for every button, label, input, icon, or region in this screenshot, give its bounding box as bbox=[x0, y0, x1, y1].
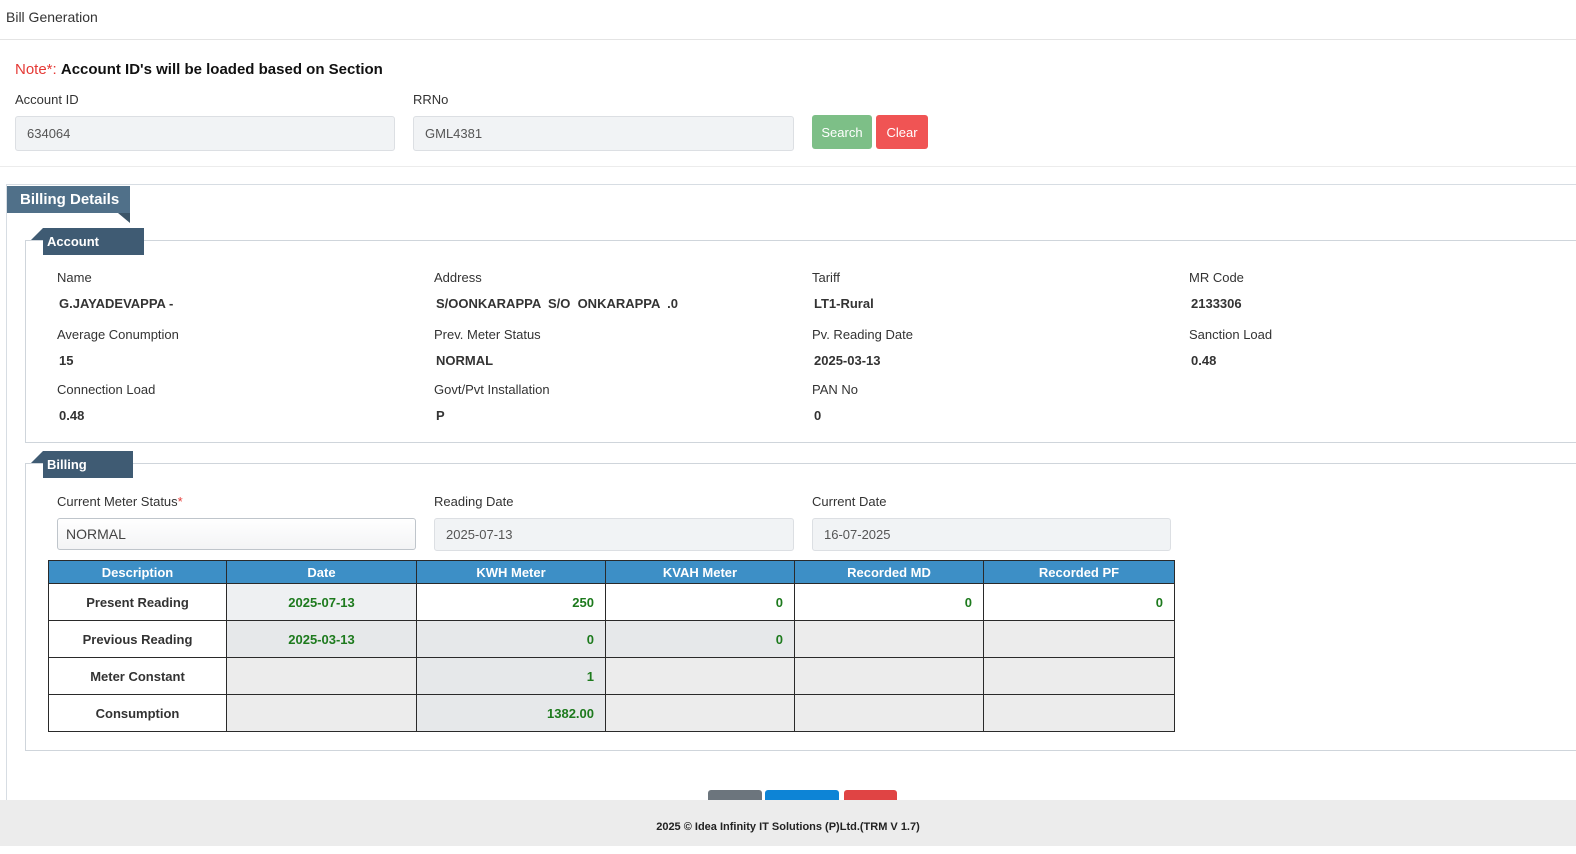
address-label: Address bbox=[434, 270, 482, 285]
consumption-kwh-cell: 1382.00 bbox=[416, 694, 606, 732]
table-header-row: Description Date KWH Meter KVAH Meter Re… bbox=[48, 560, 1175, 584]
row-description: Previous Reading bbox=[48, 620, 227, 658]
rrno-input[interactable]: GML4381 bbox=[413, 116, 794, 151]
meter-status-label: Current Meter Status* bbox=[57, 494, 183, 509]
divider bbox=[0, 166, 1576, 167]
current-date-input: 16-07-2025 bbox=[812, 518, 1171, 551]
section-note: Note*: Account ID's will be loaded based… bbox=[15, 61, 383, 78]
present-kwh-input[interactable]: 250 bbox=[416, 583, 606, 621]
consumption-date-cell bbox=[226, 694, 417, 732]
table-row: Consumption 1382.00 bbox=[48, 694, 1175, 732]
consumption-md-cell bbox=[794, 694, 984, 732]
mr-code-label: MR Code bbox=[1189, 270, 1244, 285]
present-date-cell: 2025-07-13 bbox=[226, 583, 417, 621]
legend-corner bbox=[31, 228, 43, 240]
previous-kvah-cell: 0 bbox=[605, 620, 795, 658]
name-label: Name bbox=[57, 270, 92, 285]
tariff-value: LT1-Rural bbox=[814, 296, 874, 311]
constant-pf-cell bbox=[983, 657, 1175, 695]
prev-meter-status-value: NORMAL bbox=[436, 353, 494, 368]
billing-details-tab: Billing Details bbox=[7, 186, 130, 213]
prev-meter-status-label: Prev. Meter Status bbox=[434, 327, 541, 342]
action-button-danger[interactable] bbox=[844, 790, 897, 800]
pv-reading-date-value: 2025-03-13 bbox=[814, 353, 881, 368]
name-value: G.JAYADEVAPPA - bbox=[59, 296, 174, 311]
col-kvah-meter: KVAH Meter bbox=[605, 560, 795, 584]
mr-code-value: 2133306 bbox=[1191, 296, 1242, 311]
table-row: Present Reading 2025-07-13 250 0 0 0 bbox=[48, 583, 1175, 621]
row-description: Consumption bbox=[48, 694, 227, 732]
tab-fold-decoration bbox=[118, 213, 130, 223]
required-mark: * bbox=[177, 494, 183, 509]
action-button-primary[interactable] bbox=[765, 790, 839, 800]
col-date: Date bbox=[226, 560, 417, 584]
sanction-load-label: Sanction Load bbox=[1189, 327, 1273, 342]
tariff-label: Tariff bbox=[812, 270, 840, 285]
account-id-label: Account ID bbox=[15, 92, 79, 107]
col-recorded-pf: Recorded PF bbox=[983, 560, 1175, 584]
present-kvah-input[interactable]: 0 bbox=[605, 583, 795, 621]
installation-value: P bbox=[436, 408, 445, 423]
search-button[interactable]: Search bbox=[812, 115, 872, 149]
constant-date-cell bbox=[226, 657, 417, 695]
row-description: Present Reading bbox=[48, 583, 227, 621]
clear-button[interactable]: Clear bbox=[876, 115, 928, 149]
table-row: Previous Reading 2025-03-13 0 0 bbox=[48, 620, 1175, 658]
reading-date-input[interactable]: 2025-07-13 bbox=[434, 518, 794, 551]
constant-md-cell bbox=[794, 657, 984, 695]
avg-consumption-value: 15 bbox=[59, 353, 74, 368]
address-value: S/OONKARAPPA S/O ONKARAPPA .0 bbox=[436, 296, 678, 311]
billing-details-legend: Billing Details bbox=[43, 451, 133, 499]
connection-load-value: 0.48 bbox=[59, 408, 85, 423]
footer: 2025 © Idea Infinity IT Solutions (P)Ltd… bbox=[0, 800, 1576, 846]
account-details-fieldset bbox=[25, 240, 1576, 443]
col-description: Description bbox=[48, 560, 227, 584]
previous-md-cell bbox=[794, 620, 984, 658]
note-prefix: Note*: bbox=[15, 61, 57, 78]
rrno-label: RRNo bbox=[413, 92, 449, 107]
previous-kwh-cell: 0 bbox=[416, 620, 606, 658]
reading-date-label: Reading Date bbox=[434, 494, 514, 509]
consumption-kvah-cell bbox=[605, 694, 795, 732]
action-button-secondary[interactable] bbox=[708, 790, 762, 800]
previous-date-cell: 2025-03-13 bbox=[226, 620, 417, 658]
constant-kwh-cell: 1 bbox=[416, 657, 606, 695]
page-title: Bill Generation bbox=[0, 0, 1576, 40]
col-kwh-meter: KWH Meter bbox=[416, 560, 606, 584]
current-date-label: Current Date bbox=[812, 494, 887, 509]
consumption-pf-cell bbox=[983, 694, 1175, 732]
constant-kvah-cell bbox=[605, 657, 795, 695]
previous-pf-cell bbox=[983, 620, 1175, 658]
sanction-load-value: 0.48 bbox=[1191, 353, 1217, 368]
account-id-input[interactable]: 634064 bbox=[15, 116, 395, 151]
meter-status-select[interactable]: NORMAL bbox=[57, 518, 416, 550]
legend-corner bbox=[31, 451, 43, 463]
meter-status-label-text: Current Meter Status bbox=[57, 494, 178, 509]
connection-load-label: Connection Load bbox=[57, 382, 156, 397]
readings-table: Description Date KWH Meter KVAH Meter Re… bbox=[48, 560, 1175, 732]
note-text: Account ID's will be loaded based on Sec… bbox=[60, 61, 383, 78]
row-description: Meter Constant bbox=[48, 657, 227, 695]
account-details-legend: Account Details bbox=[43, 228, 144, 276]
avg-consumption-label: Average Conumption bbox=[57, 327, 179, 342]
pv-reading-date-label: Pv. Reading Date bbox=[812, 327, 913, 342]
col-recorded-md: Recorded MD bbox=[794, 560, 984, 584]
installation-label: Govt/Pvt Installation bbox=[434, 382, 550, 397]
present-md-input[interactable]: 0 bbox=[794, 583, 984, 621]
pan-value: 0 bbox=[814, 408, 822, 423]
table-row: Meter Constant 1 bbox=[48, 657, 1175, 695]
pan-label: PAN No bbox=[812, 382, 858, 397]
present-pf-input[interactable]: 0 bbox=[983, 583, 1175, 621]
